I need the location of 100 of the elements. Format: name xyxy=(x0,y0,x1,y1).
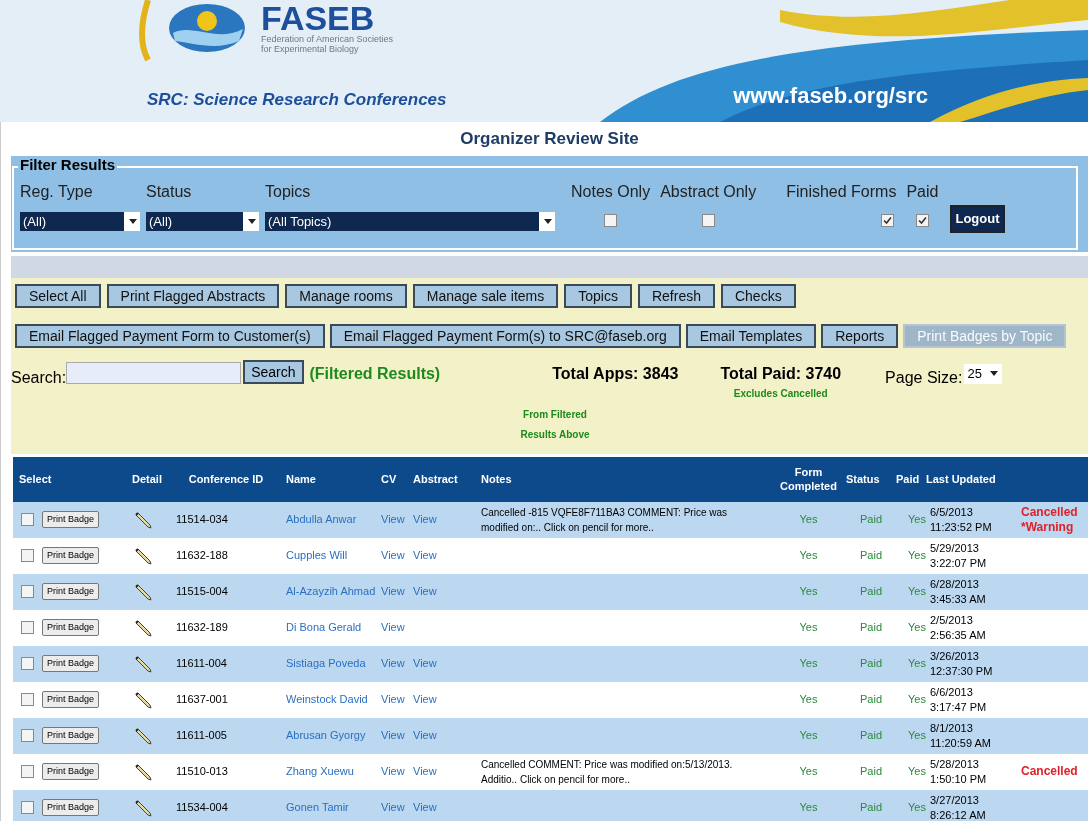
column-header[interactable]: Detail xyxy=(121,456,166,502)
abstract-link[interactable]: View xyxy=(413,549,437,562)
pencil-icon[interactable] xyxy=(134,798,153,817)
print-badge-button[interactable]: Print Badge xyxy=(42,655,100,672)
cv-link[interactable]: View xyxy=(381,585,405,598)
name-link[interactable]: Weinstock David xyxy=(286,693,368,705)
abstract-link[interactable]: View xyxy=(413,693,437,706)
column-header[interactable]: Form Completed xyxy=(771,456,846,502)
print-badge-button[interactable]: Print Badge xyxy=(42,619,100,636)
cv-link[interactable]: View xyxy=(381,513,405,526)
checkbox[interactable] xyxy=(881,213,895,227)
caret-icon xyxy=(989,371,998,376)
cv-link[interactable]: View xyxy=(381,621,405,634)
name-link[interactable]: Gonen Tamir xyxy=(286,801,349,813)
cv-link[interactable]: View xyxy=(381,549,405,562)
search-button[interactable]: Search xyxy=(243,359,304,384)
search-field[interactable] xyxy=(66,361,242,384)
print-badge-button[interactable]: Print Badge xyxy=(42,583,100,600)
pencil-icon[interactable] xyxy=(134,582,153,601)
cv-link[interactable]: View xyxy=(381,801,405,814)
print-badge-button[interactable]: Print Badge xyxy=(42,799,100,816)
abstract-link[interactable]: View xyxy=(413,729,437,742)
name-link[interactable]: Abdulla Anwar xyxy=(286,513,357,525)
pencil-icon[interactable] xyxy=(134,690,153,709)
name-link[interactable]: Cupples Will xyxy=(286,549,348,561)
toolbar-button[interactable]: Email Templates xyxy=(685,323,817,348)
toolbar-button[interactable]: Email Flagged Payment Form(s) to SRC@faseb.org xyxy=(329,323,681,348)
pencil-icon[interactable] xyxy=(134,654,153,673)
column-header[interactable]: Status xyxy=(846,456,896,502)
print-badge-button[interactable]: Print Badge xyxy=(42,691,100,708)
status-text: Paid xyxy=(860,513,882,526)
abstract-link[interactable]: View xyxy=(413,657,437,670)
column-header[interactable]: Paid xyxy=(896,456,926,502)
name-link[interactable]: Al-Azayzih Ahmad xyxy=(286,585,376,597)
caret-icon xyxy=(248,218,256,224)
total-apps: Total Apps: 3843 xyxy=(552,363,679,384)
filter-select[interactable]: (All Topics) xyxy=(265,211,555,231)
form-completed: Yes xyxy=(799,657,818,670)
checkbox[interactable] xyxy=(21,513,34,526)
cv-link[interactable]: View xyxy=(381,729,405,742)
column-header[interactable]: Last Updated xyxy=(926,456,1011,502)
checkbox[interactable] xyxy=(21,693,34,706)
toolbar-button[interactable]: Refresh xyxy=(637,283,715,308)
pencil-icon[interactable] xyxy=(134,726,153,745)
checkbox[interactable] xyxy=(701,213,715,227)
excludes-note: Excludes Cancelled xyxy=(733,386,828,401)
form-completed: Yes xyxy=(799,621,818,634)
logout-button[interactable]: Logout xyxy=(950,204,1005,233)
pencil-icon[interactable] xyxy=(134,510,153,529)
column-header[interactable]: Select xyxy=(13,456,121,502)
column-header[interactable]: Name xyxy=(286,456,381,502)
print-badge-button[interactable]: Print Badge xyxy=(42,727,100,744)
paid-text: Yes xyxy=(908,513,926,526)
cv-link[interactable]: View xyxy=(381,693,405,706)
toolbar-button[interactable]: Select All xyxy=(15,283,101,308)
abstract-link[interactable]: View xyxy=(413,801,437,814)
logo-icon xyxy=(167,3,247,53)
checkbox[interactable] xyxy=(21,585,34,598)
name-link[interactable]: Sistiaga Poveda xyxy=(286,657,366,669)
abstract-link[interactable]: View xyxy=(413,585,437,598)
abstract-link[interactable]: View xyxy=(413,765,437,778)
name-link[interactable]: Zhang Xuewu xyxy=(286,765,354,777)
search-label: Search: xyxy=(11,367,67,388)
checkbox[interactable] xyxy=(21,657,34,670)
column-header[interactable]: CV xyxy=(381,456,413,502)
toolbar-button[interactable]: Manage sale items xyxy=(412,283,559,308)
org-name: Federation of American Societies xyxy=(261,34,394,44)
checkbox[interactable] xyxy=(604,213,618,227)
name-link[interactable]: Di Bona Gerald xyxy=(286,621,362,633)
checkbox[interactable] xyxy=(21,801,34,814)
pencil-icon[interactable] xyxy=(134,618,153,637)
checkbox[interactable] xyxy=(21,549,34,562)
status-text: Paid xyxy=(860,693,882,706)
name-link[interactable]: Abrusan Gyorgy xyxy=(286,729,366,741)
toolbar-button[interactable]: Topics xyxy=(564,283,632,308)
toolbar-button[interactable]: Print Flagged Abstracts xyxy=(106,283,280,308)
cv-link[interactable]: View xyxy=(381,657,405,670)
page-size-select[interactable]: 25 xyxy=(964,363,1002,384)
cv-link[interactable]: View xyxy=(381,765,405,778)
checkbox[interactable] xyxy=(21,621,34,634)
print-badge-button[interactable]: Print Badge xyxy=(42,547,100,564)
filter-select[interactable]: (All) xyxy=(20,211,140,231)
toolbar-button[interactable]: Manage rooms xyxy=(285,283,407,308)
checkbox[interactable] xyxy=(21,729,34,742)
abstract-link[interactable]: View xyxy=(413,513,437,526)
paid-text: Yes xyxy=(908,549,926,562)
column-header[interactable]: Abstract xyxy=(413,456,481,502)
checkbox[interactable] xyxy=(21,765,34,778)
toolbar-button[interactable]: Checks xyxy=(720,283,796,308)
checkbox[interactable] xyxy=(915,213,929,227)
column-header[interactable]: Notes xyxy=(481,456,771,502)
print-badge-button[interactable]: Print Badge xyxy=(42,511,100,528)
pencil-icon[interactable] xyxy=(134,546,153,565)
toolbar-button[interactable]: Email Flagged Payment Form to Customer(s) xyxy=(15,323,325,348)
from-filtered-note: From Filtered xyxy=(523,407,587,422)
print-badge-button[interactable]: Print Badge xyxy=(42,763,100,780)
pencil-icon[interactable] xyxy=(134,762,153,781)
filter-select[interactable]: (All) xyxy=(146,211,259,231)
column-header[interactable]: Conference ID xyxy=(166,456,286,502)
toolbar-button[interactable]: Reports xyxy=(821,323,899,348)
